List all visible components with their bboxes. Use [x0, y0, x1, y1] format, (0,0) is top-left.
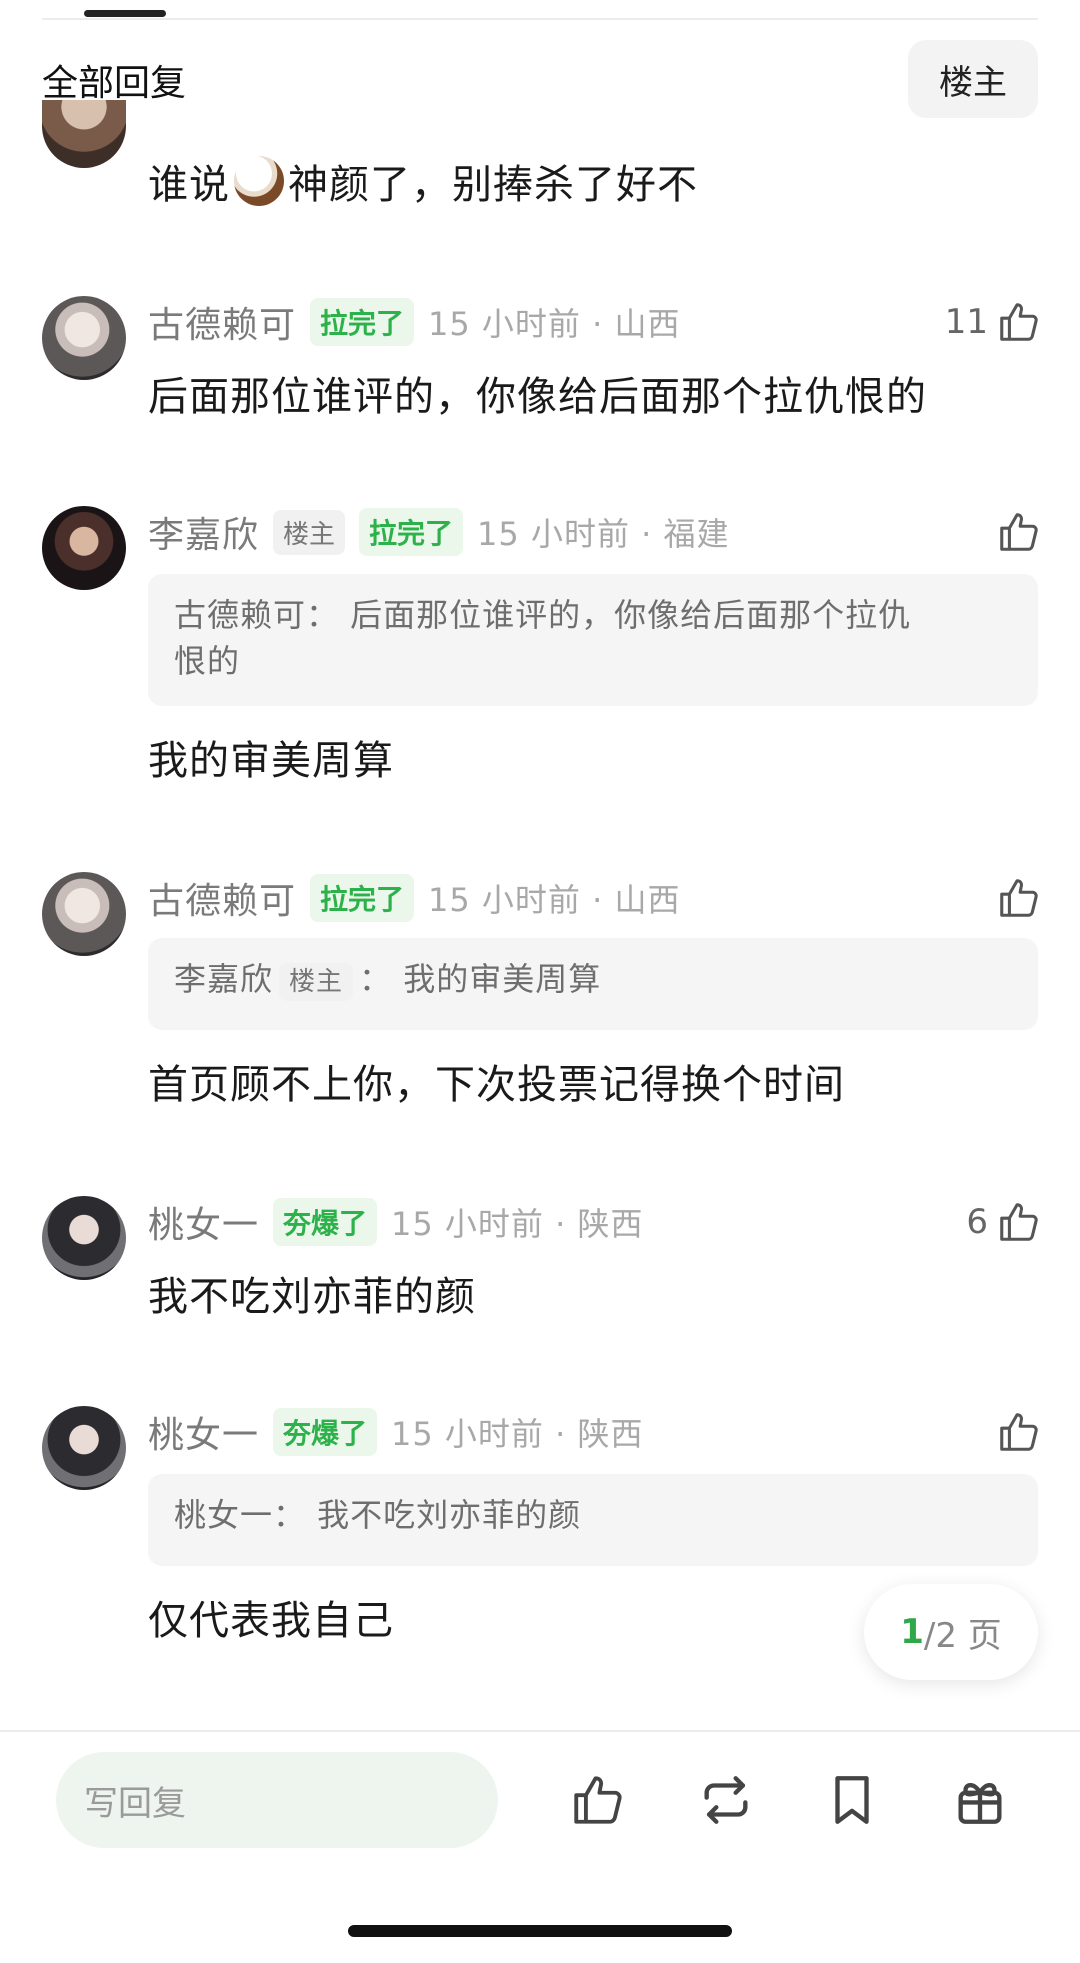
- like-button[interactable]: [996, 506, 1042, 558]
- quote-text: 桃女一： 我不吃刘亦菲的颜: [174, 1496, 582, 1534]
- thumbs-up-icon: [1000, 303, 1038, 341]
- rating-badge: 拉完了: [310, 874, 415, 922]
- thumbs-up-icon: [1000, 1413, 1038, 1451]
- like-post-button[interactable]: [566, 1768, 630, 1832]
- comment-meta: 15 小时前 · 陕西: [391, 1415, 644, 1453]
- thumbs-up-icon: [1000, 1203, 1038, 1241]
- avatar[interactable]: [42, 1406, 126, 1490]
- quote-text-line2: 恨的: [174, 642, 241, 680]
- comment-header: 桃女一 夯爆了 15 小时前 · 陕西: [148, 1406, 643, 1458]
- comment-meta: 15 小时前 · 陕西: [391, 1205, 644, 1243]
- avatar[interactable]: [42, 872, 126, 956]
- comment-text: 仅代表我自己: [148, 1598, 394, 1644]
- like-button[interactable]: [996, 1406, 1042, 1458]
- rating-badge: 夯爆了: [273, 1408, 378, 1456]
- username[interactable]: 桃女一: [148, 1406, 259, 1458]
- username[interactable]: 古德赖可: [148, 296, 296, 348]
- thumbs-up-icon: [1000, 513, 1038, 551]
- page-total: /2 页: [923, 1615, 1002, 1656]
- bookmark-button[interactable]: [820, 1768, 884, 1832]
- bottom-divider: [0, 1730, 1080, 1732]
- quoted-reply[interactable]: 李嘉欣 楼主： 我的审美周算: [148, 938, 1038, 1030]
- comment-meta: 15 小时前 · 福建: [477, 515, 730, 553]
- avatar[interactable]: [42, 1196, 126, 1280]
- thumbs-up-icon: [1000, 879, 1038, 917]
- coconut-emoji-icon: [234, 156, 284, 206]
- username[interactable]: 桃女一: [148, 1196, 259, 1248]
- gift-icon: [958, 1783, 1002, 1824]
- username[interactable]: 古德赖可: [148, 872, 296, 924]
- comment-meta: 15 小时前 · 山西: [428, 881, 681, 919]
- avatar[interactable]: [42, 100, 126, 168]
- comment-header: 古德赖可 拉完了 15 小时前 · 山西: [148, 296, 680, 348]
- like-button[interactable]: [996, 872, 1042, 924]
- like-button[interactable]: 11: [945, 296, 1042, 348]
- host-tag: 楼主: [273, 509, 346, 555]
- repost-icon: [704, 1776, 748, 1824]
- avatar[interactable]: [42, 296, 126, 380]
- host-only-button[interactable]: 楼主: [908, 40, 1038, 118]
- quote-user: 李嘉欣: [174, 960, 274, 998]
- comment-header: 桃女一 夯爆了 15 小时前 · 陕西: [148, 1196, 643, 1248]
- comment-text: 谁说 神颜了，别捧杀了好不: [148, 152, 698, 210]
- page-indicator[interactable]: 1/2 页: [864, 1584, 1038, 1680]
- replies-header: 全部回复 楼主: [0, 30, 1080, 130]
- home-indicator: [348, 1925, 732, 1937]
- username[interactable]: 李嘉欣: [148, 506, 259, 558]
- comment-header: 李嘉欣 楼主 拉完了 15 小时前 · 福建: [148, 506, 729, 558]
- rating-badge: 拉完了: [310, 298, 415, 346]
- comment-header: 古德赖可 拉完了 15 小时前 · 山西: [148, 872, 680, 924]
- top-divider: [42, 18, 1038, 20]
- comment-text: 我的审美周算: [148, 738, 394, 784]
- page-title: 全部回复: [42, 63, 187, 104]
- quoted-reply[interactable]: 桃女一： 我不吃刘亦菲的颜: [148, 1474, 1038, 1566]
- quote-text-line1: 古德赖可： 后面那位谁评的，你像给后面那个拉仇: [174, 596, 912, 634]
- like-count: 11: [944, 302, 988, 342]
- comment-text: 首页顾不上你，下次投票记得换个时间: [148, 1062, 845, 1108]
- rating-badge: 夯爆了: [273, 1198, 378, 1246]
- thumbs-up-icon: [574, 1776, 622, 1824]
- comment-text: 我不吃刘亦菲的颜: [148, 1274, 476, 1320]
- comment-meta: 15 小时前 · 山西: [428, 305, 681, 343]
- reply-placeholder: 写回复: [84, 1783, 186, 1824]
- comment-text: 后面那位谁评的，你像给后面那个拉仇恨的: [148, 374, 927, 420]
- avatar[interactable]: [42, 506, 126, 590]
- reply-input[interactable]: 写回复: [56, 1752, 498, 1848]
- bookmark-icon: [835, 1776, 869, 1824]
- rating-badge: 拉完了: [359, 508, 464, 556]
- quote-text: ： 我的审美周算: [359, 960, 602, 998]
- current-page: 1: [900, 1612, 924, 1652]
- like-button[interactable]: 6: [966, 1196, 1042, 1248]
- like-count: 6: [966, 1202, 988, 1242]
- host-tag: 楼主: [279, 963, 354, 1001]
- gift-button[interactable]: [948, 1768, 1012, 1832]
- repost-button[interactable]: [694, 1768, 758, 1832]
- tab-indicator: [84, 10, 166, 17]
- quoted-reply[interactable]: 古德赖可： 后面那位谁评的，你像给后面那个拉仇 恨的: [148, 574, 1038, 706]
